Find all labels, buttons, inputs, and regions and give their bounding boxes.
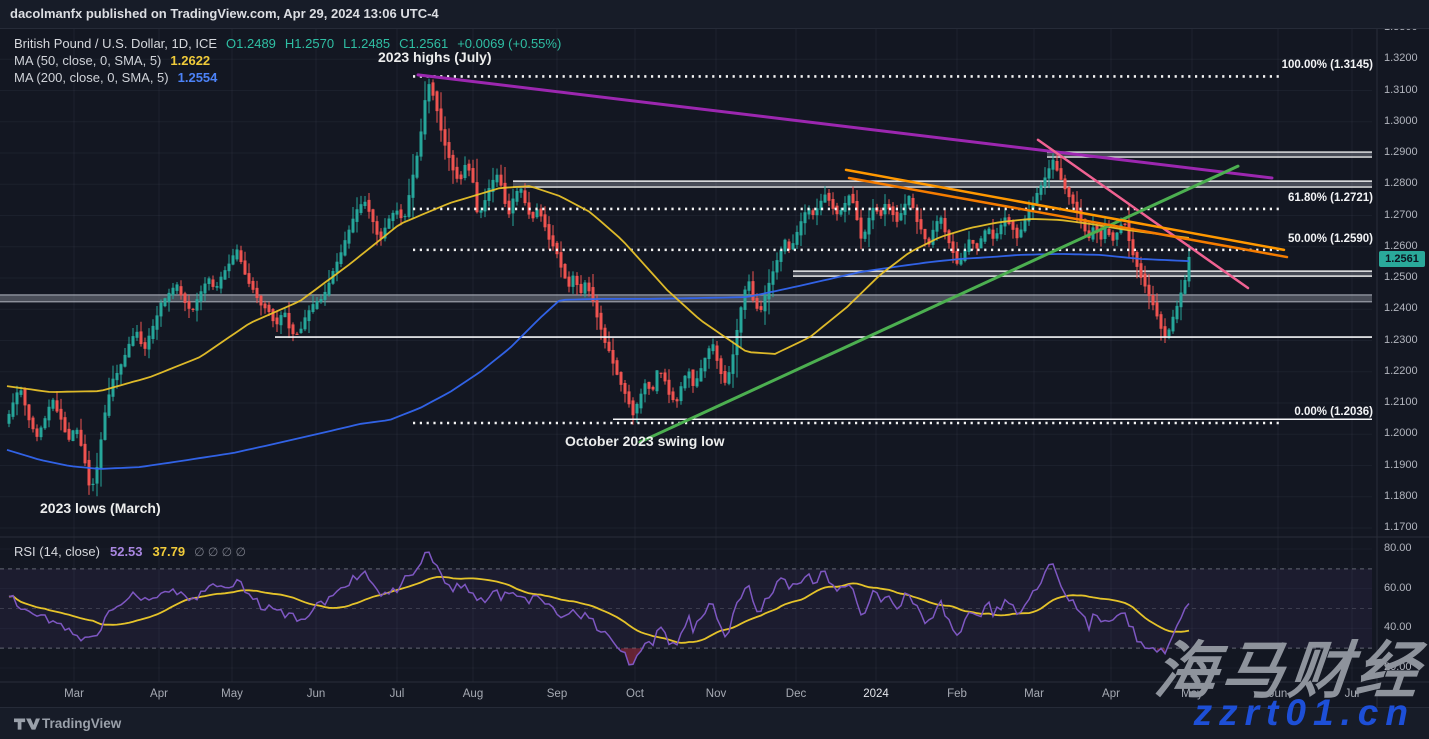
fib-label-1[interactable]: 61.80% (1.2721)	[1288, 192, 1373, 204]
rsi-legend[interactable]: RSI (14, close) 52.53 37.79 ∅ ∅ ∅ ∅	[14, 544, 246, 559]
price-tick: 1.1900	[1384, 459, 1418, 471]
price-tick: 1.1700	[1384, 521, 1418, 533]
rsi-hidden-values: ∅ ∅ ∅ ∅	[194, 545, 246, 559]
ma50-label: MA (50, close, 0, SMA, 5)	[14, 53, 161, 68]
price-tick: 1.2900	[1384, 146, 1418, 158]
time-tick-Oct: Oct	[626, 688, 644, 700]
price-tick: 1.2700	[1384, 209, 1418, 221]
last-price-badge: 1.2561	[1379, 251, 1425, 267]
price-tick: 1.2100	[1384, 396, 1418, 408]
ma200-value: 1.2554	[178, 70, 218, 85]
price-tick: 1.2800	[1384, 177, 1418, 189]
price-tick: 1.2000	[1384, 427, 1418, 439]
chart-annotation-0[interactable]: 2023 highs (July)	[378, 49, 492, 65]
price-chart-canvas[interactable]	[0, 0, 1429, 739]
ma50-value: 1.2622	[170, 53, 210, 68]
chart-annotation-1[interactable]: 2023 lows (March)	[40, 500, 161, 516]
price-tick: 1.2600	[1384, 240, 1418, 252]
price-tick: 1.1800	[1384, 490, 1418, 502]
time-tick-Mar: Mar	[64, 688, 84, 700]
price-tick: 1.2200	[1384, 365, 1418, 377]
header-bar: dacolmanfx published on TradingView.com,…	[0, 0, 1429, 29]
rsi-tick: 40.00	[1384, 621, 1412, 633]
snapshot-title: dacolmanfx published on TradingView.com,…	[10, 6, 439, 21]
watermark-url: zzrt01.cn	[1194, 694, 1415, 731]
rsi-tick: 80.00	[1384, 542, 1412, 554]
time-tick-Nov: Nov	[706, 688, 726, 700]
ma200-label: MA (200, close, 0, SMA, 5)	[14, 70, 169, 85]
rsi-label: RSI (14, close)	[14, 544, 100, 559]
time-tick-Dec: Dec	[786, 688, 806, 700]
time-tick-Mar: Mar	[1024, 688, 1044, 700]
ohlc-open: O1.2489	[226, 36, 276, 51]
price-tick: 1.2500	[1384, 271, 1418, 283]
fib-label-2[interactable]: 50.00% (1.2590)	[1288, 233, 1373, 245]
time-tick-Jul: Jul	[390, 688, 405, 700]
price-tick: 1.3000	[1384, 115, 1418, 127]
fib-label-3[interactable]: 0.00% (1.2036)	[1294, 406, 1373, 418]
fib-label-0[interactable]: 100.00% (1.3145)	[1282, 59, 1373, 71]
price-tick: 1.2400	[1384, 302, 1418, 314]
chart-annotation-2[interactable]: October 2023 swing low	[565, 433, 725, 449]
ma200-row[interactable]: MA (200, close, 0, SMA, 5) 1.2554	[14, 69, 561, 86]
time-tick-Jun: Jun	[307, 688, 326, 700]
time-tick-Sep: Sep	[547, 688, 567, 700]
tradingview-snapshot: dacolmanfx published on TradingView.com,…	[0, 0, 1429, 739]
time-tick-2024: 2024	[863, 688, 889, 700]
time-tick-Feb: Feb	[947, 688, 967, 700]
rsi-ma-value: 37.79	[153, 544, 186, 559]
tradingview-logo-icon[interactable]	[14, 717, 40, 732]
time-tick-Apr: Apr	[150, 688, 168, 700]
price-tick: 1.2300	[1384, 334, 1418, 346]
time-tick-Aug: Aug	[463, 688, 483, 700]
time-tick-May: May	[221, 688, 243, 700]
tradingview-brand[interactable]: TradingView	[42, 716, 121, 731]
time-tick-Apr: Apr	[1102, 688, 1120, 700]
rsi-value: 52.53	[110, 544, 143, 559]
symbol-title: British Pound / U.S. Dollar, 1D, ICE	[14, 36, 217, 51]
rsi-tick: 60.00	[1384, 582, 1412, 594]
ohlc-high: H1.2570	[285, 36, 334, 51]
price-tick: 1.3200	[1384, 52, 1418, 64]
price-tick: 1.3100	[1384, 84, 1418, 96]
